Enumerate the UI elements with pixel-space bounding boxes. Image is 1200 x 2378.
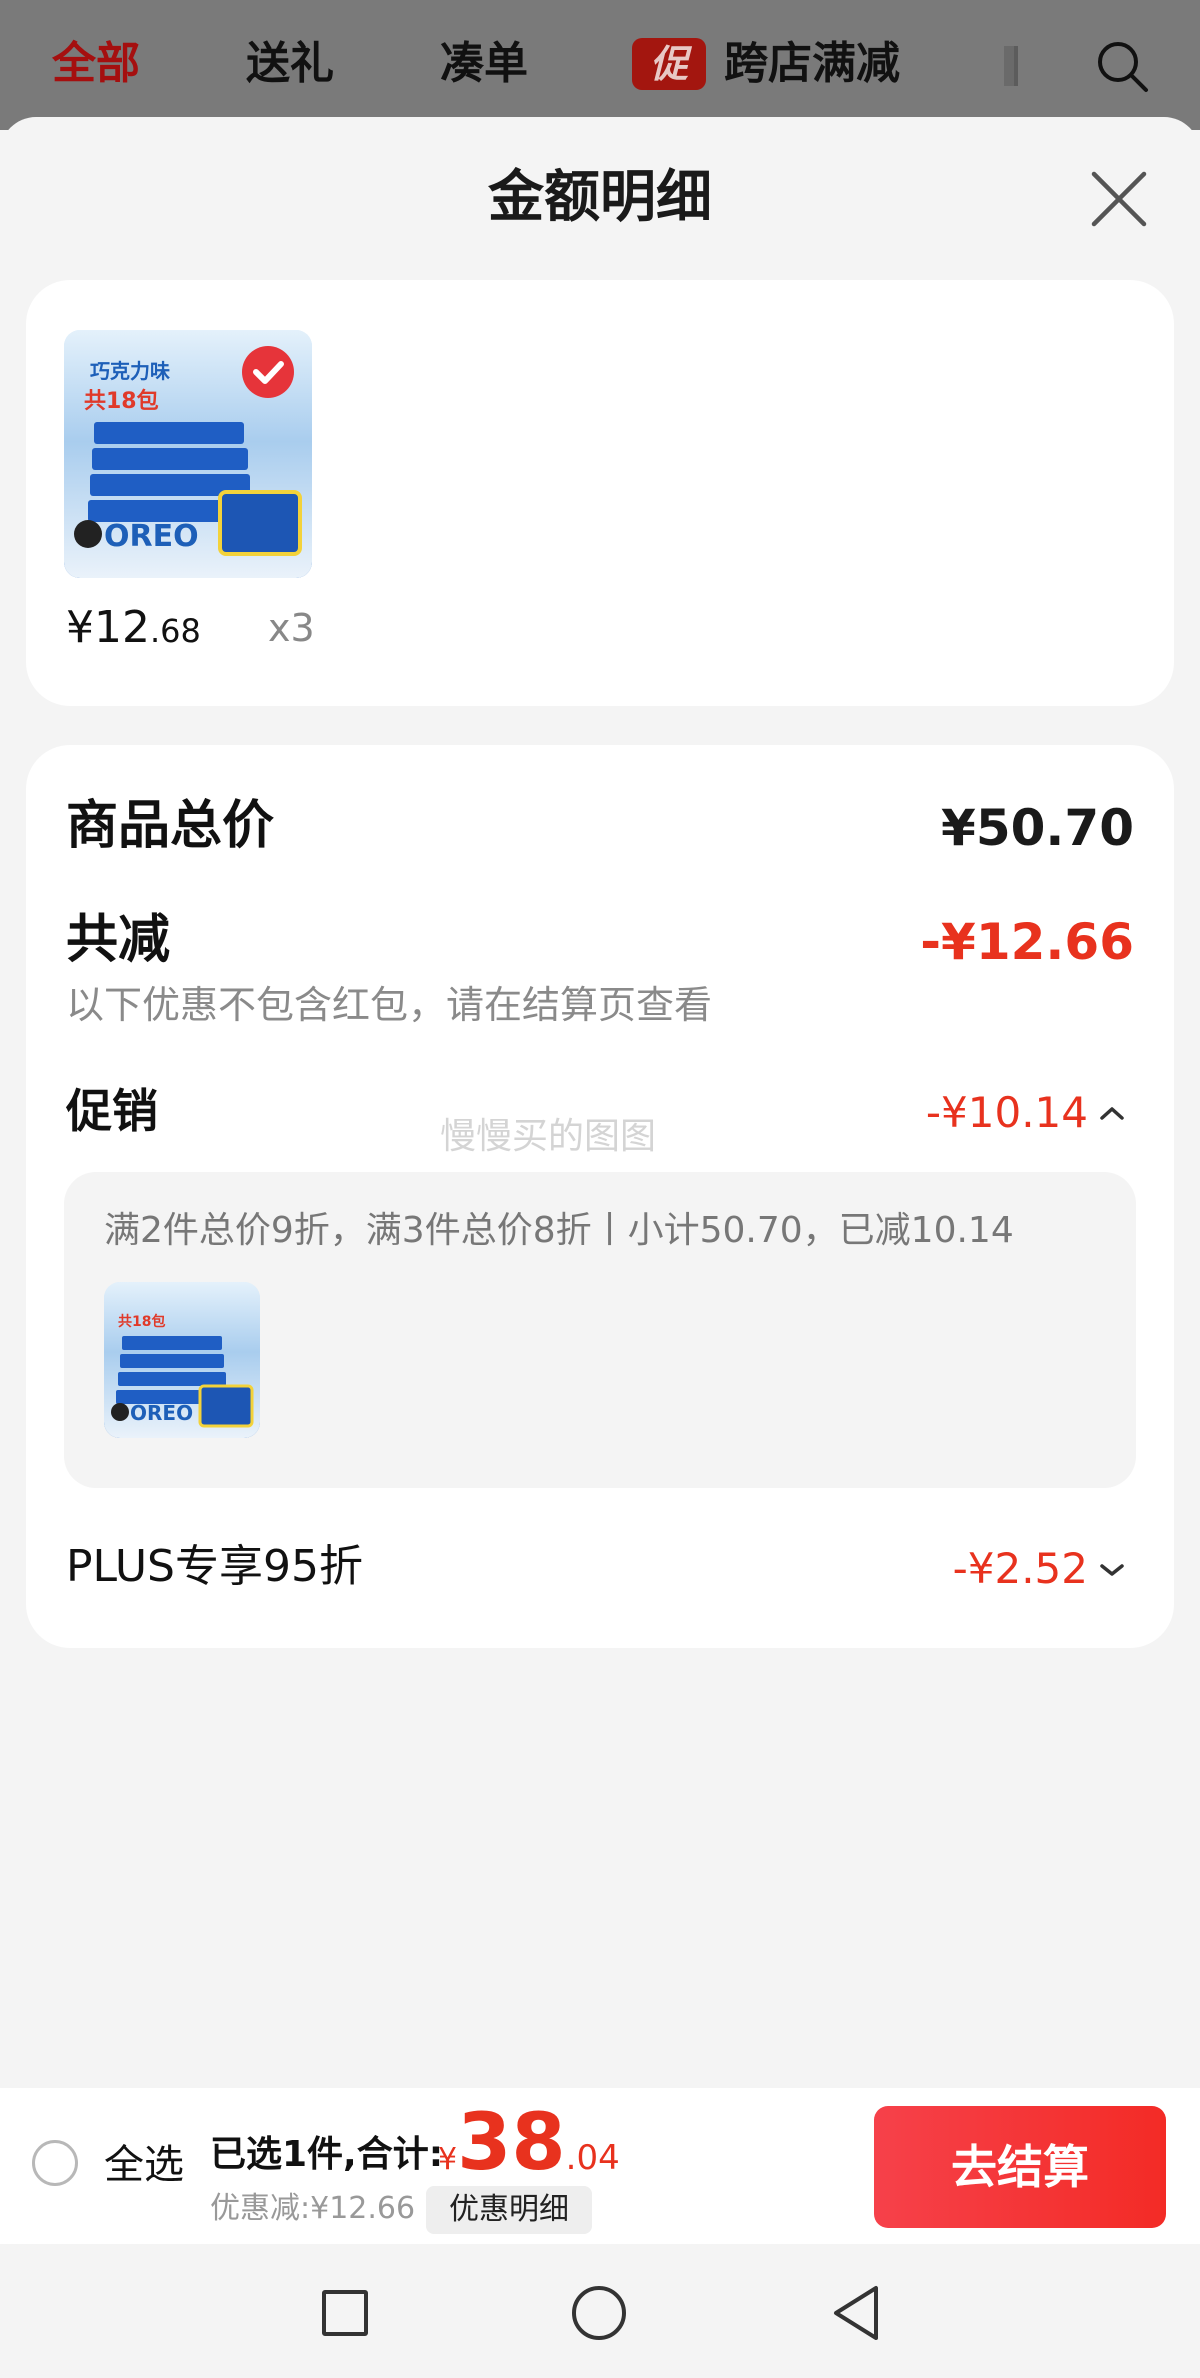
product-quantity: x3	[268, 606, 315, 650]
chevron-up-icon[interactable]	[1098, 1103, 1126, 1123]
discount-detail-button[interactable]: 优惠明细	[426, 2186, 592, 2234]
tab-cross-store-discount[interactable]: 跨店满减	[724, 34, 900, 94]
thumb-small-brand-text: OREO	[130, 1401, 193, 1425]
total-reduction-label: 共减	[66, 910, 171, 970]
promotion-value[interactable]: -¥10.14	[926, 1082, 1088, 1144]
chevron-down-icon[interactable]	[1098, 1560, 1126, 1580]
promotion-description: 满2件总价9折，满3件总价8折丨小计50.70，已减10.14	[104, 1210, 1014, 1251]
thumb-flavor-text: 巧克力味	[90, 359, 170, 383]
thumb-count-text: 共18包	[84, 388, 159, 414]
select-all-checkbox[interactable]	[32, 2140, 78, 2186]
promotion-label[interactable]: 促销	[66, 1080, 158, 1142]
product-price: ¥12.68	[66, 602, 201, 653]
tab-overflow-fragment	[1004, 46, 1018, 86]
discount-text: 优惠减:¥12.66	[210, 2191, 416, 2226]
plus-discount-value[interactable]: -¥2.52	[953, 1538, 1088, 1600]
recent-apps-icon[interactable]	[322, 2290, 368, 2336]
back-icon[interactable]	[830, 2284, 882, 2342]
checkout-button[interactable]: 去结算	[874, 2106, 1166, 2228]
promotion-product-image: 共18包 OREO	[104, 1282, 260, 1438]
selected-count-text: 已选1件,合计:	[210, 2134, 444, 2175]
reduction-note: 以下优惠不包含红包，请在结算页查看	[66, 983, 713, 1027]
goods-total-label: 商品总价	[66, 796, 275, 856]
watermark: 慢慢买的图图	[440, 1116, 657, 1157]
tab-all[interactable]: 全部	[52, 34, 140, 94]
goods-total-value: ¥50.70	[941, 799, 1134, 857]
thumb-small-count-text: 共18包	[118, 1313, 165, 1330]
product-image[interactable]: 巧克力味 共18包 OREO	[64, 330, 312, 578]
home-icon[interactable]	[572, 2286, 626, 2340]
plus-discount-label[interactable]: PLUS专享95折	[66, 1536, 363, 1598]
thumb-brand-text: OREO	[104, 519, 199, 554]
total-reduction-value: -¥12.66	[920, 913, 1134, 971]
close-icon[interactable]	[1090, 170, 1148, 228]
promo-badge-icon: 促	[632, 38, 706, 90]
sheet-title: 金额明细	[488, 165, 712, 230]
top-tab-bar: 全部 送礼 凑单 促 跨店满减	[0, 0, 1200, 130]
tab-add-on[interactable]: 凑单	[440, 34, 528, 94]
search-icon[interactable]	[1094, 38, 1150, 94]
select-all-label[interactable]: 全选	[104, 2138, 184, 2192]
tab-gift[interactable]: 送礼	[246, 34, 334, 94]
